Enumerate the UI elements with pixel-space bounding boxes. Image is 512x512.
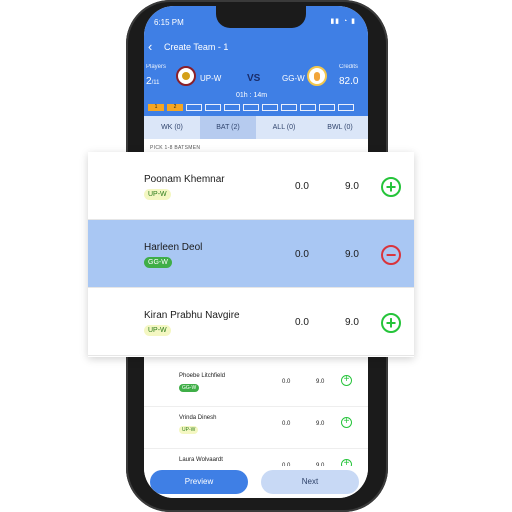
player-slot — [319, 104, 335, 111]
player-slot — [186, 104, 202, 111]
player-slot — [262, 104, 278, 111]
preview-button[interactable]: Preview — [150, 470, 248, 494]
credits-value: 82.0 — [339, 76, 359, 87]
player-name: Phoebe Litchfield — [179, 373, 226, 379]
credits-label: Credits — [339, 64, 359, 70]
player-name: Laura Wolvaardt — [179, 457, 223, 463]
arrow-left-icon[interactable]: ‹ — [148, 40, 152, 53]
player-credits: 9.0 — [345, 317, 359, 328]
remove-player-icon[interactable]: − — [381, 245, 401, 265]
tab-bwl[interactable]: BWL (0) — [312, 116, 368, 139]
pick-hint: PICK 1-8 BATSMEN — [150, 145, 201, 151]
team-right-name: GG-W — [282, 74, 305, 83]
player-slot — [205, 104, 221, 111]
team-badge: GG-W — [144, 257, 172, 268]
team-left-name: UP-W — [200, 74, 222, 83]
page-title: Create Team - 1 — [164, 42, 229, 52]
match-timer: 01h : 14m — [236, 92, 268, 99]
player-points: 0.0 — [295, 181, 309, 192]
player-row[interactable]: Phoebe Litchfield GG-W 0.0 9.0 + — [144, 364, 368, 407]
players-label: Players — [146, 64, 167, 70]
player-credits: 9.0 — [316, 379, 325, 385]
team-left-logo — [176, 66, 196, 86]
player-slot: 1 — [148, 104, 164, 111]
player-name: Harleen Deol — [144, 242, 203, 253]
player-credits: 9.0 — [345, 181, 359, 192]
status-icons: ▮▮ ◔ ▮ — [330, 18, 356, 25]
player-points: 0.0 — [282, 379, 291, 385]
bottom-bar: Preview Next — [144, 466, 368, 498]
add-player-icon[interactable]: + — [381, 313, 401, 333]
player-name: Poonam Khemnar — [144, 174, 225, 185]
players-total: /11 — [151, 80, 160, 86]
zoomed-player-list: Poonam Khemnar UP-W 0.0 9.0 + Harleen Deol GG-… — [88, 152, 414, 357]
tab-all[interactable]: ALL (0) — [256, 116, 312, 139]
team-badge: GG-W — [179, 384, 200, 392]
team-right-logo — [307, 66, 327, 86]
player-credits: 9.0 — [316, 421, 325, 427]
next-button[interactable]: Next — [261, 470, 359, 494]
role-tabs: WK (0) BAT (2) ALL (0) BWL (0) — [144, 116, 368, 139]
player-slot: 2 — [167, 104, 183, 111]
player-slot — [281, 104, 297, 111]
player-points: 0.0 — [295, 249, 309, 260]
add-player-icon[interactable]: + — [341, 375, 352, 386]
player-slot — [243, 104, 259, 111]
player-points: 0.0 — [295, 317, 309, 328]
player-slot — [300, 104, 316, 111]
player-slot — [338, 104, 354, 111]
player-row[interactable]: Kiran Prabhu Navgire UP-W 0.0 9.0 + — [88, 288, 414, 356]
add-player-icon[interactable]: + — [341, 417, 352, 428]
team-badge: UP-W — [144, 325, 171, 336]
status-time: 6:15 PM — [154, 18, 184, 27]
player-name: Kiran Prabhu Navgire — [144, 310, 240, 321]
team-badge: UP-W — [179, 426, 199, 434]
team-badge: UP-W — [144, 189, 171, 200]
player-row[interactable]: Poonam Khemnar UP-W 0.0 9.0 + — [88, 152, 414, 220]
player-credits: 9.0 — [345, 249, 359, 260]
player-name: Vrinda Dinesh — [179, 415, 217, 421]
players-count: 2/11 — [146, 76, 159, 87]
player-slot — [224, 104, 240, 111]
player-row[interactable]: Harleen Deol GG-W 0.0 9.0 − — [88, 220, 414, 288]
vs-icon: VS — [247, 73, 261, 84]
add-player-icon[interactable]: + — [381, 177, 401, 197]
tab-bat[interactable]: BAT (2) — [200, 116, 256, 139]
player-row[interactable]: Vrinda Dinesh UP-W 0.0 9.0 + — [144, 406, 368, 449]
player-slots: 12 — [148, 104, 354, 111]
tab-wk[interactable]: WK (0) — [144, 116, 200, 139]
player-points: 0.0 — [282, 421, 291, 427]
phone-notch — [216, 6, 306, 28]
